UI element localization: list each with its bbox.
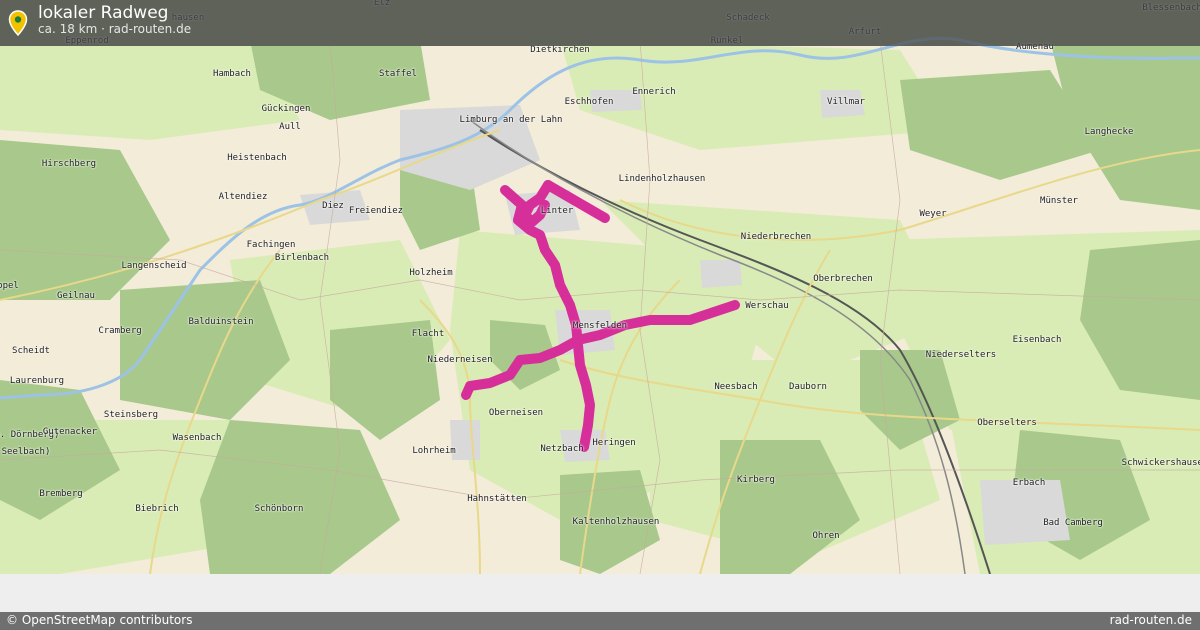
place-label: Linter: [540, 206, 574, 216]
place-label: Kaltenholzhausen: [572, 517, 660, 527]
map-canvas[interactable]: ElzSchadeckBlessenbachhausenEppenrodDiet…: [0, 0, 1200, 574]
place-label: Laurenburg: [9, 376, 65, 386]
place-label: Wasenbach: [172, 433, 222, 443]
site-link[interactable]: rad-routen.de: [1110, 613, 1192, 627]
place-label: Dietkirchen: [530, 45, 590, 55]
place-label: Biebrich: [135, 504, 179, 514]
place-label: Münster: [1040, 196, 1078, 206]
place-label: ppel: [0, 281, 19, 291]
place-label: Mensfelden: [572, 321, 628, 331]
place-label: Altendiez: [218, 192, 268, 202]
place-label: Scheidt: [12, 346, 50, 356]
place-label: Hambach: [213, 69, 251, 79]
place-label: Weyer: [919, 209, 947, 219]
place-label: Langhecke: [1084, 127, 1134, 137]
footer-bar: © OpenStreetMap contributors rad-routen.…: [0, 612, 1200, 630]
place-label: Limburg an der Lahn: [459, 115, 563, 125]
place-label: Cramberg: [98, 326, 142, 336]
place-label: Erbach: [1012, 478, 1046, 488]
place-label: Eisenbach: [1012, 335, 1062, 345]
place-label: Geilnau: [57, 291, 95, 301]
place-label: Aull: [279, 122, 301, 132]
place-label: Neesbach: [714, 382, 758, 392]
route-subtitle: ca. 18 km · rad-routen.de: [38, 22, 192, 36]
place-label: Eschhofen: [564, 97, 614, 107]
place-label: Ennerich: [632, 87, 676, 97]
place-label: Holzheim: [409, 268, 453, 278]
route-title: lokaler Radweg: [38, 3, 169, 23]
place-label: Hirschberg: [41, 159, 97, 169]
place-label: Steinsberg: [103, 410, 159, 420]
place-label: Netzbach: [540, 444, 584, 454]
place-label: Dauborn: [789, 382, 827, 392]
place-label: Schönborn: [254, 504, 304, 514]
place-label: Freiendiez: [348, 206, 404, 216]
map-pin-icon: [8, 10, 28, 36]
place-label: Heringen: [592, 438, 636, 448]
map-bottom-margin: [0, 574, 1200, 612]
place-label: Bremberg: [39, 489, 83, 499]
place-label: Bad Camberg: [1043, 518, 1103, 528]
place-label: Seelbach): [1, 447, 51, 457]
place-label: Schwickershausen: [1121, 458, 1200, 468]
osm-attribution[interactable]: © OpenStreetMap contributors: [6, 613, 192, 627]
place-label: Niederselters: [925, 350, 997, 360]
place-label: Kirberg: [737, 475, 775, 485]
place-label: Diez: [322, 201, 344, 211]
place-label: Staffel: [379, 69, 417, 79]
place-label: Niederbrechen: [740, 232, 812, 242]
place-label: Lindenholzhausen: [618, 174, 706, 184]
place-label: Gutenacker: [42, 427, 98, 437]
place-label: Niederneisen: [427, 355, 493, 365]
place-label: Oberbrechen: [813, 274, 873, 284]
place-label: Langenscheid: [121, 261, 187, 271]
place-label: Oberneisen: [488, 408, 544, 418]
place-label: Hahnstätten: [467, 494, 527, 504]
route-header: lokaler Radweg ca. 18 km · rad-routen.de: [0, 0, 1200, 46]
place-label: Lohrheim: [412, 446, 456, 456]
place-label: Oberselters: [977, 418, 1037, 428]
place-label: Fachingen: [246, 240, 296, 250]
place-label: Balduinstein: [188, 317, 254, 327]
place-label: Flacht: [411, 329, 445, 339]
place-label: Birlenbach: [274, 253, 330, 263]
place-label: Werschau: [745, 301, 789, 311]
place-label: Villmar: [827, 97, 865, 107]
place-label: Ohren: [812, 531, 840, 541]
place-label: Heistenbach: [227, 153, 287, 163]
place-label: Gückingen: [261, 104, 311, 114]
